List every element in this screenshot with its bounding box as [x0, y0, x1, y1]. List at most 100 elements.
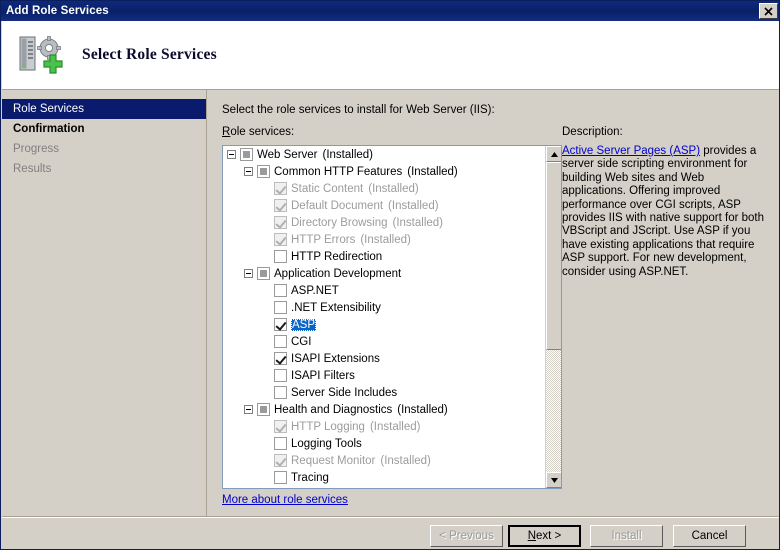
- tree-twisty-placeholder: [261, 371, 270, 380]
- collapse-minus-icon[interactable]: [227, 150, 236, 159]
- tree-twisty-placeholder: [261, 354, 270, 363]
- tree-item-label: CGI: [291, 336, 311, 348]
- tree-item-label: ISAPI Extensions: [291, 353, 380, 365]
- tree-twisty-placeholder: [261, 337, 270, 346]
- tree-row[interactable]: Custom Logging: [223, 486, 545, 488]
- tree-checkbox[interactable]: [274, 250, 287, 263]
- install-button: Install: [590, 525, 663, 547]
- tree-item-label: Tracing: [291, 472, 329, 484]
- tree-twisty-placeholder: [261, 252, 270, 261]
- installed-suffix: (Installed): [407, 166, 458, 178]
- tree-item-label: Logging Tools: [291, 438, 362, 450]
- tree-row[interactable]: Request Monitor(Installed): [223, 452, 545, 469]
- tree-twisty-placeholder: [261, 235, 270, 244]
- tree-checkbox[interactable]: [274, 301, 287, 314]
- tree-row[interactable]: Health and Diagnostics(Installed): [223, 401, 545, 418]
- intro-text: Select the role services to install for …: [222, 104, 495, 116]
- scrollbar-thumb[interactable]: [546, 162, 562, 350]
- tree-row[interactable]: .NET Extensibility: [223, 299, 545, 316]
- scroll-up-button[interactable]: [546, 146, 562, 162]
- next-button-accel: N: [528, 530, 536, 542]
- tree-row[interactable]: Server Side Includes: [223, 384, 545, 401]
- description-body: provides a server side scripting environ…: [562, 145, 764, 278]
- tree-row[interactable]: ASP.NET: [223, 282, 545, 299]
- tree-checkbox: [274, 454, 287, 467]
- tree-twisty-placeholder: [261, 184, 270, 193]
- close-button[interactable]: [759, 3, 778, 19]
- tree-row[interactable]: ISAPI Extensions: [223, 350, 545, 367]
- more-about-role-services-link[interactable]: More about role services: [222, 494, 348, 506]
- tree-item-label: HTTP Logging(Installed): [291, 421, 420, 433]
- description-panel: Active Server Pages (ASP) provides a ser…: [562, 145, 767, 279]
- tree-row[interactable]: ISAPI Filters: [223, 367, 545, 384]
- tree-row[interactable]: HTTP Logging(Installed): [223, 418, 545, 435]
- tree-item-label: ASP: [291, 319, 316, 331]
- installed-suffix: (Installed): [360, 234, 411, 246]
- collapse-minus-icon[interactable]: [244, 405, 253, 414]
- tree-row[interactable]: Logging Tools: [223, 435, 545, 452]
- tree-row[interactable]: Tracing: [223, 469, 545, 486]
- scroll-down-button[interactable]: [546, 472, 562, 488]
- tree-row[interactable]: Common HTTP Features(Installed): [223, 163, 545, 180]
- add-role-services-icon: [16, 31, 64, 79]
- description-link[interactable]: Active Server Pages (ASP): [562, 145, 700, 157]
- button-bar: < Previous Next > Install Cancel: [2, 517, 780, 550]
- tree-row[interactable]: Web Server(Installed): [223, 146, 545, 163]
- tree-twisty-placeholder: [261, 320, 270, 329]
- next-button[interactable]: Next >: [508, 525, 581, 547]
- tree-checkbox[interactable]: [274, 284, 287, 297]
- tree-checkbox[interactable]: [274, 352, 287, 365]
- tree-twisty-placeholder: [261, 473, 270, 482]
- tree-twisty-placeholder: [261, 286, 270, 295]
- tree-item-label: Default Document(Installed): [291, 200, 439, 212]
- tree-row[interactable]: ASP: [223, 316, 545, 333]
- tree-checkbox[interactable]: [274, 386, 287, 399]
- add-role-services-dialog: Add Role Services: [0, 0, 780, 550]
- role-services-tree[interactable]: Web Server(Installed)Common HTTP Feature…: [222, 145, 562, 489]
- tree-checkbox: [274, 182, 287, 195]
- collapse-minus-icon[interactable]: [244, 167, 253, 176]
- sidebar-item-results: Results: [2, 159, 206, 179]
- tree-checkbox[interactable]: [274, 369, 287, 382]
- tree-row[interactable]: Application Development: [223, 265, 545, 282]
- tree-checkbox: [274, 420, 287, 433]
- tree-row[interactable]: CGI: [223, 333, 545, 350]
- tree-item-label: Static Content(Installed): [291, 183, 419, 195]
- tree-twisty-placeholder: [261, 303, 270, 312]
- tree-twisty-placeholder: [261, 439, 270, 448]
- tree-vertical-scrollbar[interactable]: [545, 146, 561, 488]
- scrollbar-track[interactable]: [546, 162, 562, 472]
- tree-twisty-placeholder: [261, 422, 270, 431]
- previous-button: < Previous: [430, 525, 503, 547]
- tree-row[interactable]: HTTP Errors(Installed): [223, 231, 545, 248]
- wizard-nav-list: Role Services Confirmation Progress Resu…: [2, 90, 206, 179]
- role-services-label-rest: ole services:: [230, 126, 294, 138]
- description-text: Active Server Pages (ASP) provides a ser…: [562, 145, 767, 279]
- tree-checkbox[interactable]: [274, 437, 287, 450]
- window-title: Add Role Services: [6, 5, 109, 17]
- tree-checkbox[interactable]: [274, 318, 287, 331]
- tree-row[interactable]: HTTP Redirection: [223, 248, 545, 265]
- tree-row[interactable]: Static Content(Installed): [223, 180, 545, 197]
- tree-twisty-placeholder: [261, 456, 270, 465]
- tree-checkbox[interactable]: [240, 148, 253, 161]
- collapse-minus-icon[interactable]: [244, 269, 253, 278]
- tree-checkbox[interactable]: [274, 335, 287, 348]
- tree-row[interactable]: Default Document(Installed): [223, 197, 545, 214]
- tree-item-label: HTTP Errors(Installed): [291, 234, 411, 246]
- tree-checkbox[interactable]: [257, 165, 270, 178]
- tree-item-label: HTTP Redirection: [291, 251, 382, 263]
- tree-checkbox[interactable]: [257, 403, 270, 416]
- sidebar-item-confirmation[interactable]: Confirmation: [2, 119, 206, 139]
- tree-checkbox[interactable]: [274, 471, 287, 484]
- page-title: Select Role Services: [82, 46, 217, 64]
- title-bar: Add Role Services: [1, 1, 780, 21]
- sidebar-item-role-services[interactable]: Role Services: [2, 99, 206, 119]
- role-services-label: Role services:: [222, 126, 294, 138]
- installed-suffix: (Installed): [368, 183, 419, 195]
- tree-item-label: Request Monitor(Installed): [291, 455, 431, 467]
- tree-item-label: Server Side Includes: [291, 387, 397, 399]
- tree-row[interactable]: Directory Browsing(Installed): [223, 214, 545, 231]
- cancel-button[interactable]: Cancel: [673, 525, 746, 547]
- tree-checkbox[interactable]: [257, 267, 270, 280]
